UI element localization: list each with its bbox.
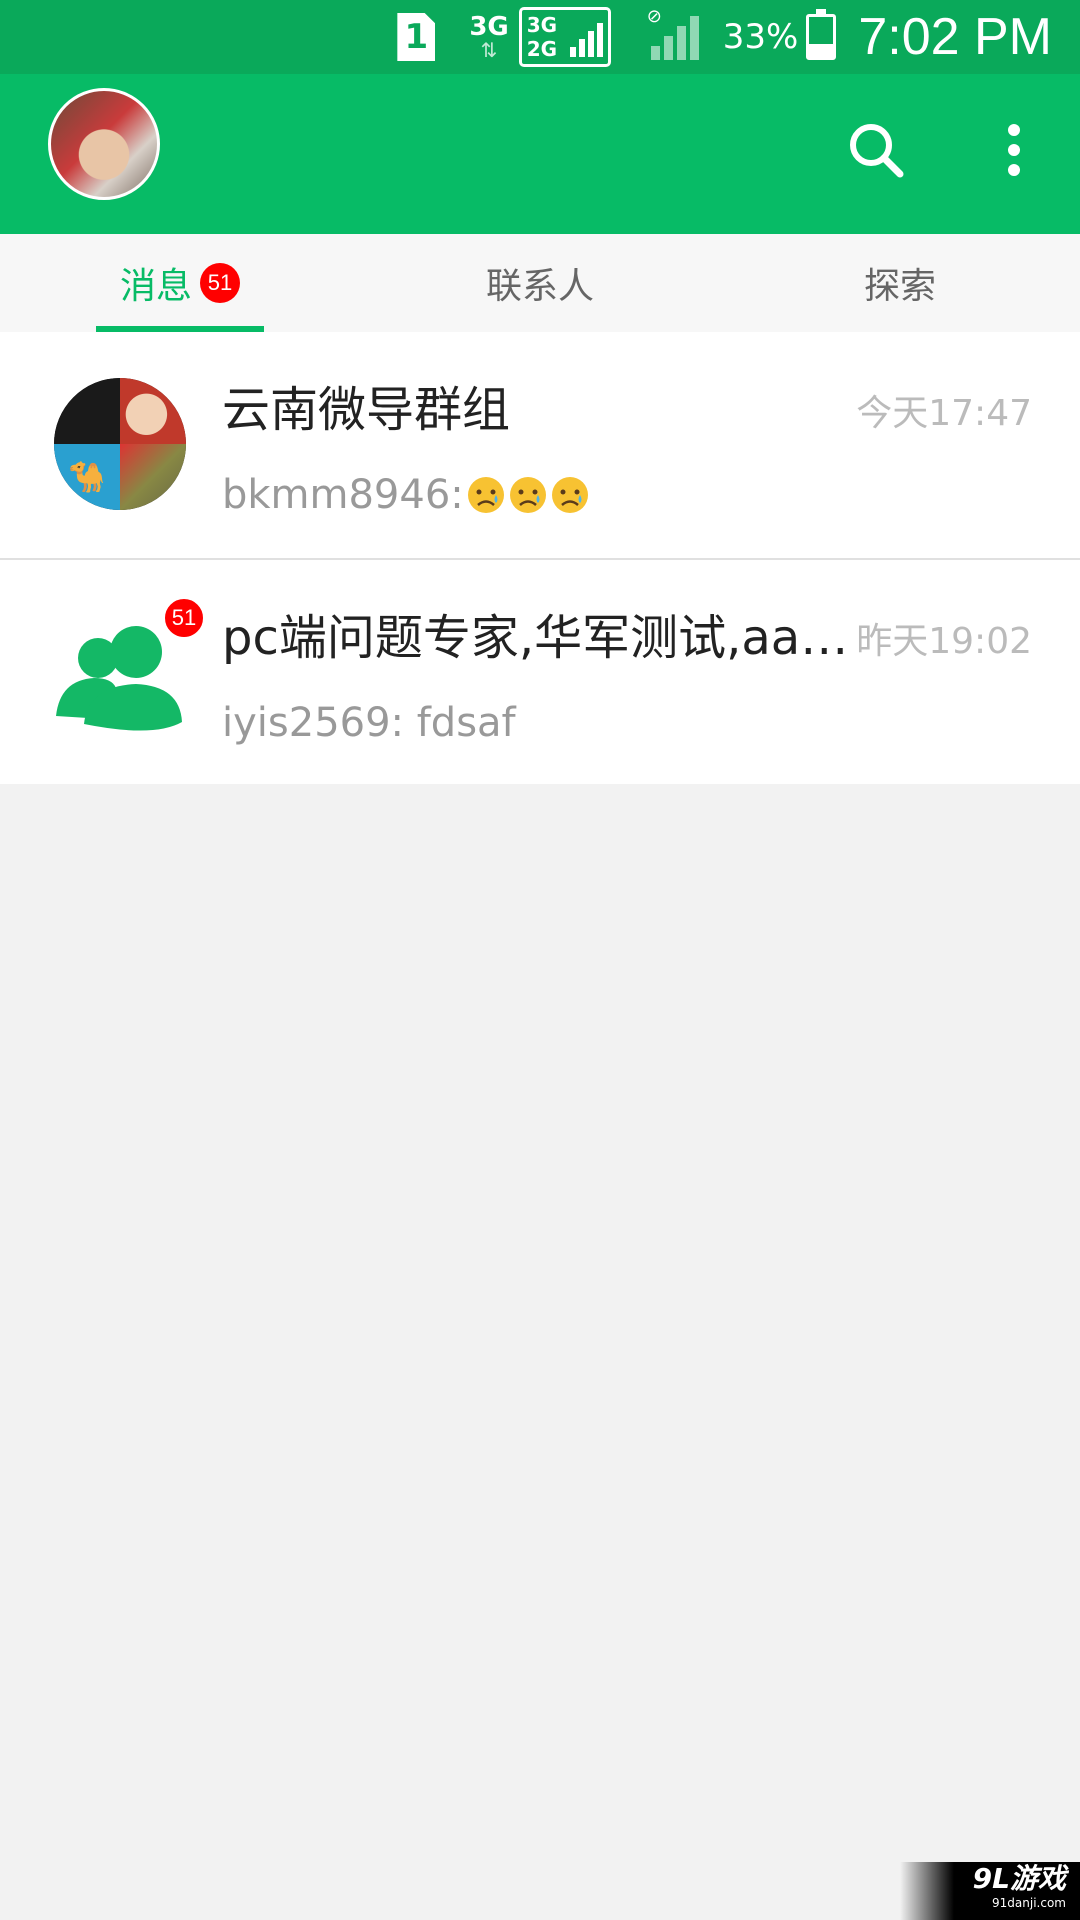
dual-signal-icon: 3G 2G (518, 7, 611, 67)
conversation-item[interactable]: 🐪 云南微导群组 今天17:47 bkmm8946: (0, 332, 1080, 558)
group-avatar: 🐪 (54, 378, 186, 510)
watermark-logo: 9L游戏 91danji.com (900, 1862, 1080, 1920)
sad-face-icon (509, 477, 546, 513)
sad-face-icon (551, 477, 588, 513)
tab-label: 探索 (863, 266, 936, 307)
conversation-list: 🐪 云南微导群组 今天17:47 bkmm8946: 51 pc端问题专家,华军… (0, 332, 1080, 784)
preview-text: iyis2569: fdsaf (222, 700, 516, 746)
unread-badge: 51 (200, 263, 240, 303)
conversation-time: 今天17:47 (856, 393, 1032, 434)
preview-text: bkmm8946: (222, 472, 464, 518)
more-vertical-icon (1008, 124, 1020, 176)
unread-badge: 51 (162, 596, 206, 640)
conversation-preview: bkmm8946: (222, 472, 590, 518)
battery-percent: 33% (722, 17, 799, 57)
search-icon (850, 124, 904, 178)
watermark-brand: 9L游戏 (972, 1862, 1066, 1895)
signal-strength-icon: ⊘ (647, 6, 699, 60)
battery-icon (806, 9, 837, 60)
sim-card-icon: 1 (397, 13, 436, 61)
conversation-title: 云南微导群组 (222, 382, 511, 438)
profile-avatar[interactable] (48, 88, 160, 200)
conversation-time: 昨天19:02 (856, 621, 1032, 662)
conversation-preview: iyis2569: fdsaf (222, 700, 516, 746)
network-type-icon: 3G ⇅ (469, 12, 509, 62)
tab-messages[interactable]: 消息 51 (0, 234, 360, 332)
sad-face-icon (467, 477, 504, 513)
conversation-title: pc端问题专家,华军测试,aa… (222, 610, 849, 666)
more-options-button[interactable] (978, 114, 1050, 186)
watermark-site: 91danji.com (992, 1896, 1066, 1910)
conversation-item[interactable]: 51 pc端问题专家,华军测试,aa… 昨天19:02 iyis2569: fd… (0, 558, 1080, 784)
tab-label: 消息 (119, 266, 192, 307)
tab-contacts[interactable]: 联系人 (360, 234, 720, 332)
status-bar: 1 3G ⇅ 3G 2G ⊘ 33% 7:02 PM (0, 0, 1080, 74)
search-button[interactable] (840, 114, 912, 186)
tab-explore[interactable]: 探索 (720, 234, 1080, 332)
app-bar (0, 74, 1080, 234)
tab-label: 联系人 (485, 266, 594, 307)
clock: 7:02 PM (858, 8, 1052, 66)
tab-bar: 消息 51 联系人 探索 (0, 234, 1080, 332)
